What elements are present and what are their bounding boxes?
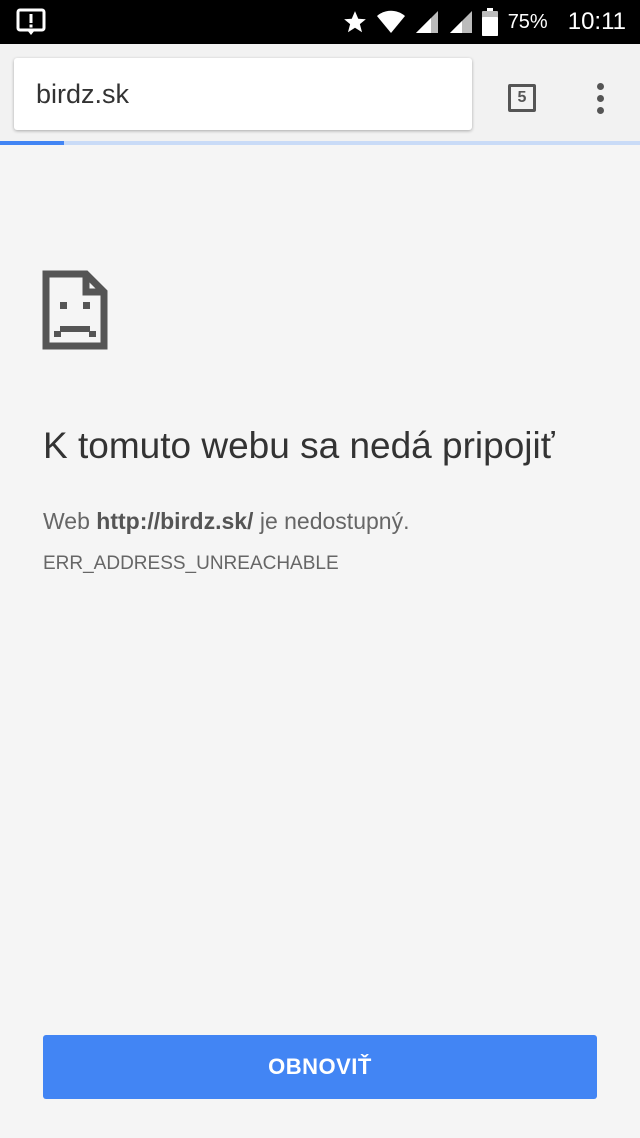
status-bar: 75% 10:11	[0, 0, 640, 44]
clock: 10:11	[567, 8, 626, 35]
error-title: K tomuto webu sa nedá pripojiť	[43, 425, 555, 466]
error-description: Web http://birdz.sk/ je nedostupný.	[43, 508, 409, 535]
tab-count: 5	[517, 89, 527, 106]
star-icon	[343, 11, 366, 33]
error-code: ERR_ADDRESS_UNREACHABLE	[43, 553, 339, 574]
reload-button-label: OBNOVIŤ	[268, 1054, 372, 1079]
url-text: birdz.sk	[36, 78, 130, 109]
tab-switcher-button[interactable]: 5	[502, 78, 542, 118]
reload-button[interactable]: OBNOVIŤ	[43, 1035, 597, 1099]
menu-dot	[596, 82, 604, 90]
battery-icon	[481, 8, 498, 36]
progress-fill	[0, 141, 64, 145]
battery-percent: 75%	[507, 10, 548, 33]
alert-icon	[16, 8, 46, 35]
browser-toolbar: birdz.sk 5	[0, 44, 640, 144]
page-load-progress	[0, 141, 640, 145]
signal-2-icon	[449, 11, 472, 33]
more-vert-icon[interactable]	[580, 74, 620, 122]
error-host: http://birdz.sk/	[96, 508, 254, 534]
wifi-icon	[376, 10, 405, 33]
menu-dot	[596, 94, 604, 102]
signal-icon	[415, 11, 438, 33]
tab-switcher-icon: 5	[508, 84, 536, 112]
sad-document-icon	[42, 270, 108, 350]
error-desc-prefix: Web	[43, 508, 97, 534]
error-desc-suffix: je nedostupný.	[253, 508, 410, 534]
url-bar[interactable]: birdz.sk	[14, 58, 472, 130]
menu-dot	[596, 106, 604, 114]
